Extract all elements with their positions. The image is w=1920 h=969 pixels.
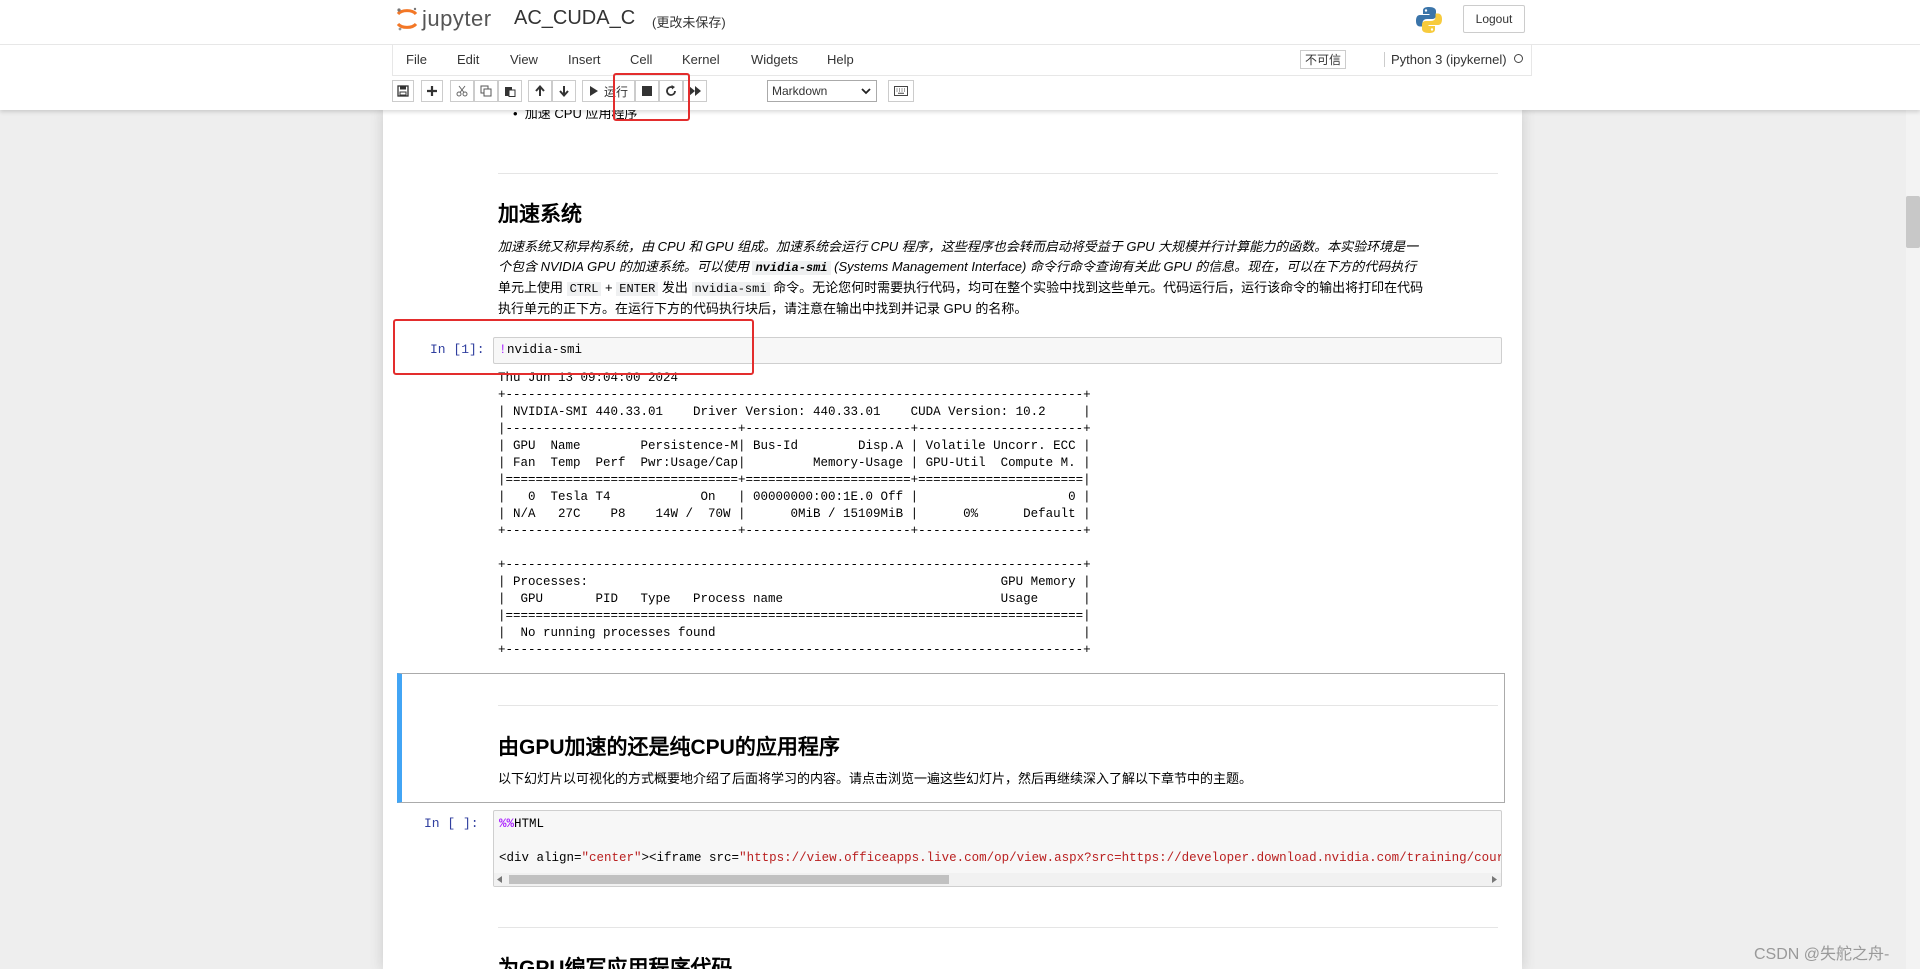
insert-cell-button[interactable] — [421, 80, 443, 102]
notebook-name[interactable]: AC_CUDA_C — [514, 7, 635, 30]
scrollbar-thumb[interactable] — [509, 875, 949, 884]
section-heading-accelerated-systems: 加速系统 — [498, 203, 582, 226]
input-prompt: In [ ]: — [424, 816, 479, 831]
notebook-header: jupyter AC_CUDA_C (更改未保存) Logout File Ed… — [0, 0, 1920, 110]
scissors-icon — [456, 85, 468, 97]
bullet-icon: • — [513, 110, 525, 121]
arrow-up-icon — [535, 85, 545, 96]
cell-type-select[interactable]: Markdown — [767, 80, 877, 102]
paste-icon — [505, 87, 516, 97]
highlight-code-cell — [393, 319, 754, 375]
menu-edit[interactable]: Edit — [457, 52, 479, 67]
divider — [498, 173, 1498, 174]
paste-button[interactable] — [498, 80, 522, 102]
menu-insert[interactable]: Insert — [568, 52, 601, 67]
page-scrollbar-thumb[interactable] — [1906, 196, 1920, 248]
play-icon — [589, 86, 598, 96]
section-heading-gpu-code: 为GPU编写应用程序代码 — [498, 957, 733, 969]
toolbar: 运行 Markdown — [392, 78, 1530, 108]
save-status: (更改未保存) — [652, 15, 726, 30]
code-input-html[interactable]: %%HTML <div align="center"><iframe src="… — [493, 810, 1502, 887]
copy-button[interactable] — [474, 80, 498, 102]
python-logo-icon — [1416, 7, 1442, 33]
save-button[interactable] — [392, 80, 414, 102]
chevron-left-icon[interactable] — [497, 876, 503, 883]
notebook-container: • 加速 CPU 应用程序 加速系统 加速系统又称异构系统，由 CPU 和 GP… — [383, 110, 1522, 969]
move-down-button[interactable] — [552, 80, 576, 102]
cell-type-value: Markdown — [772, 84, 828, 98]
cell-output: Thu Jun 13 09:04:00 2024 +--------------… — [498, 371, 1091, 657]
divider — [498, 705, 1498, 706]
watermark: CSDN @失舵之舟- — [1754, 946, 1890, 963]
move-up-button[interactable] — [528, 80, 552, 102]
menu-kernel[interactable]: Kernel — [682, 52, 720, 67]
menu-view[interactable]: View — [510, 52, 538, 67]
divider — [498, 927, 1498, 928]
chevron-right-icon[interactable] — [1491, 876, 1497, 883]
section-paragraph: 以下幻灯片以可视化的方式概要地介绍了后面将学习的内容。请点击浏览一遍这些幻灯片，… — [498, 771, 1253, 786]
keyboard-icon — [894, 86, 908, 96]
menubar: File Edit View Insert Cell Kernel Widget… — [392, 45, 1532, 76]
horizontal-scrollbar[interactable] — [494, 873, 1501, 886]
menu-cell[interactable]: Cell — [630, 52, 652, 67]
trust-indicator[interactable]: 不可信 — [1300, 50, 1346, 69]
save-icon — [397, 85, 409, 97]
section-paragraph: 加速系统又称异构系统，由 CPU 和 GPU 组成。加速系统会运行 CPU 程序… — [498, 239, 1424, 316]
menu-file[interactable]: File — [406, 52, 427, 67]
chevron-down-icon — [861, 88, 871, 95]
plus-icon — [427, 86, 437, 96]
highlight-run-button — [613, 73, 690, 121]
jupyter-wordmark[interactable]: jupyter — [422, 6, 492, 32]
jupyter-logo-icon[interactable] — [394, 6, 420, 32]
arrow-down-icon — [559, 86, 569, 97]
fast-forward-icon — [689, 86, 701, 96]
kernel-idle-icon — [1514, 54, 1523, 63]
copy-icon — [480, 85, 492, 97]
menu-widgets[interactable]: Widgets — [751, 52, 798, 67]
logout-button[interactable]: Logout — [1463, 5, 1525, 33]
header-top-bar: jupyter AC_CUDA_C (更改未保存) Logout — [0, 0, 1920, 45]
selected-markdown-cell[interactable]: 由GPU加速的还是纯CPU的应用程序 以下幻灯片以可视化的方式概要地介绍了后面将… — [397, 673, 1505, 803]
menu-help[interactable]: Help — [827, 52, 854, 67]
section-heading-gpu-vs-cpu: 由GPU加速的还是纯CPU的应用程序 — [498, 736, 840, 759]
kernel-name[interactable]: Python 3 (ipykernel) — [1384, 52, 1507, 67]
cut-button[interactable] — [450, 80, 474, 102]
command-palette-button[interactable] — [888, 80, 914, 102]
